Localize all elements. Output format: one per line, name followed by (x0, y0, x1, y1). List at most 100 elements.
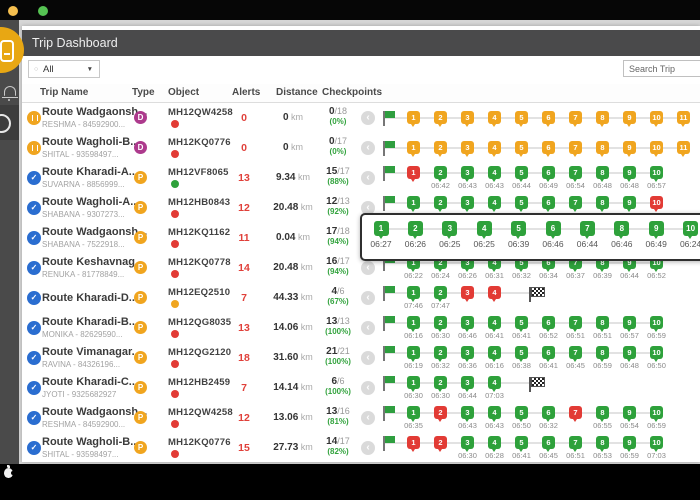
checkpoint-marker[interactable]: 10 (650, 316, 663, 329)
checkpoint-marker[interactable]: 2 (434, 111, 447, 124)
checkpoint-marker[interactable]: 9 (623, 196, 636, 209)
checkpoint-marker[interactable]: 1 (407, 196, 420, 209)
checkpoint-marker[interactable]: 10 (650, 111, 663, 124)
checkpoint-marker[interactable]: 7 (569, 166, 582, 179)
checkpoint-marker-zoomed[interactable]: 4 (477, 221, 492, 236)
checkpoint-marker-zoomed[interactable]: 6 (546, 221, 561, 236)
checkpoint-marker[interactable]: 6 (542, 316, 555, 329)
trip-filter-dropdown[interactable]: ○ All ▼ (28, 60, 100, 78)
checkpoint-marker[interactable]: 6 (542, 111, 555, 124)
checkpoint-marker[interactable]: 1 (407, 376, 420, 389)
checkpoint-marker-zoomed[interactable]: 8 (614, 221, 629, 236)
checkpoint-marker[interactable]: 5 (515, 346, 528, 359)
checkpoint-marker[interactable]: 7 (569, 436, 582, 449)
checkpoint-marker[interactable]: 3 (461, 286, 474, 299)
checkpoint-marker[interactable]: 8 (596, 141, 609, 154)
checkpoint-marker[interactable]: 2 (434, 166, 447, 179)
checkpoint-marker[interactable]: 5 (515, 166, 528, 179)
checkpoint-marker[interactable]: 2 (434, 406, 447, 419)
trip-row[interactable]: ✓Route Kharadi-B...MONIKA - 82629590...P… (22, 313, 700, 344)
checkpoint-marker[interactable]: 7 (569, 196, 582, 209)
zoom-button-icon[interactable] (38, 6, 48, 16)
checkpoint-marker[interactable]: 2 (434, 436, 447, 449)
checkpoint-marker[interactable]: 1 (407, 316, 420, 329)
checkpoint-marker[interactable]: 1 (407, 166, 420, 179)
checkpoint-marker[interactable]: 5 (515, 196, 528, 209)
checkpoint-marker[interactable]: 6 (542, 346, 555, 359)
checkpoint-marker[interactable]: 6 (542, 196, 555, 209)
app-logo[interactable] (0, 27, 24, 73)
checkpoint-marker[interactable]: 2 (434, 346, 447, 359)
checkpoint-marker[interactable]: 3 (461, 346, 474, 359)
checkpoint-marker[interactable]: 7 (569, 141, 582, 154)
checkpoint-marker[interactable]: 10 (650, 436, 663, 449)
checkpoint-marker-zoomed[interactable]: 10 (683, 221, 698, 236)
checkpoint-marker[interactable]: 4 (488, 316, 501, 329)
checkpoint-marker[interactable]: 4 (488, 376, 501, 389)
checkpoint-marker[interactable]: 10 (650, 141, 663, 154)
checkpoint-marker[interactable]: 3 (461, 166, 474, 179)
checkpoint-marker[interactable]: 4 (488, 286, 501, 299)
checkpoint-marker[interactable]: 2 (434, 286, 447, 299)
checkpoint-marker[interactable]: 8 (596, 346, 609, 359)
trip-row[interactable]: ✓Route Vimanagar...RAVINA - 84326196...P… (22, 343, 700, 374)
trip-row[interactable]: Route Wagholi-B...SHITAL - 93598497...DM… (22, 133, 700, 164)
notifications-bell-icon[interactable] (4, 86, 16, 96)
checkpoint-marker[interactable]: 4 (488, 141, 501, 154)
checkpoint-marker[interactable]: 4 (488, 111, 501, 124)
checkpoint-marker[interactable]: 9 (623, 316, 636, 329)
checkpoint-marker[interactable]: 6 (542, 166, 555, 179)
checkpoint-marker[interactable]: 6 (542, 406, 555, 419)
trip-row[interactable]: ✓Route Wadgaonsh...RESHMA - 84592900...P… (22, 403, 700, 434)
checkpoint-marker[interactable]: 4 (488, 196, 501, 209)
checkpoint-marker-zoomed[interactable]: 3 (442, 221, 457, 236)
checkpoint-marker[interactable]: 7 (569, 316, 582, 329)
checkpoint-marker[interactable]: 1 (407, 406, 420, 419)
checkpoint-marker[interactable]: 10 (650, 196, 663, 209)
checkpoint-marker[interactable]: 5 (515, 141, 528, 154)
checkpoint-marker[interactable]: 6 (542, 141, 555, 154)
checkpoint-marker[interactable]: 5 (515, 406, 528, 419)
trip-row[interactable]: ✓Route Wagholi-B...SHITAL - 93598497...P… (22, 433, 700, 462)
checkpoint-marker[interactable]: 2 (434, 316, 447, 329)
checkpoint-marker[interactable]: 3 (461, 406, 474, 419)
checkpoint-marker[interactable]: 7 (569, 111, 582, 124)
checkpoint-marker[interactable]: 8 (596, 316, 609, 329)
minimize-button-icon[interactable] (8, 6, 18, 16)
checkpoint-marker[interactable]: 10 (650, 166, 663, 179)
checkpoint-marker[interactable]: 9 (623, 111, 636, 124)
checkpoint-marker[interactable]: 10 (650, 346, 663, 359)
trip-row[interactable]: Route Wadgaonsh...RESHMA - 84592900...DM… (22, 103, 700, 134)
checkpoint-marker-zoomed[interactable]: 9 (649, 221, 664, 236)
checkpoint-marker-zoomed[interactable]: 7 (580, 221, 595, 236)
checkpoint-marker-zoomed[interactable]: 1 (374, 221, 389, 236)
checkpoint-marker[interactable]: 9 (623, 166, 636, 179)
checkpoint-marker[interactable]: 8 (596, 406, 609, 419)
checkpoint-marker[interactable]: 9 (623, 141, 636, 154)
checkpoint-marker[interactable]: 3 (461, 376, 474, 389)
checkpoint-marker[interactable]: 11 (677, 111, 690, 124)
checkpoint-marker[interactable]: 3 (461, 316, 474, 329)
checkpoint-marker[interactable]: 6 (542, 436, 555, 449)
checkpoint-marker[interactable]: 2 (434, 141, 447, 154)
checkpoint-marker[interactable]: 1 (407, 286, 420, 299)
checkpoint-marker[interactable]: 7 (569, 406, 582, 419)
checkpoint-marker[interactable]: 1 (407, 346, 420, 359)
sidebar-item-selected[interactable] (0, 105, 19, 140)
checkpoint-marker[interactable]: 9 (623, 436, 636, 449)
checkpoint-marker[interactable]: 2 (434, 196, 447, 209)
checkpoint-marker[interactable]: 1 (407, 141, 420, 154)
trip-row[interactable]: ✓Route Kharadi-A...SUVARNA - 8856999...P… (22, 163, 700, 194)
trip-row[interactable]: ✓Route Kharadi-D...PMH12EQ2510744.33 km4… (22, 283, 700, 314)
checkpoint-marker[interactable]: 2 (434, 376, 447, 389)
search-trip-input[interactable] (623, 60, 700, 77)
checkpoint-marker[interactable]: 8 (596, 196, 609, 209)
checkpoint-marker[interactable]: 4 (488, 436, 501, 449)
checkpoint-marker[interactable]: 1 (407, 111, 420, 124)
checkpoint-marker-zoomed[interactable]: 2 (408, 221, 423, 236)
checkpoint-marker[interactable]: 3 (461, 111, 474, 124)
checkpoint-marker[interactable]: 3 (461, 436, 474, 449)
checkpoint-marker[interactable]: 11 (677, 141, 690, 154)
checkpoint-marker[interactable]: 8 (596, 166, 609, 179)
checkpoint-marker[interactable]: 9 (623, 346, 636, 359)
